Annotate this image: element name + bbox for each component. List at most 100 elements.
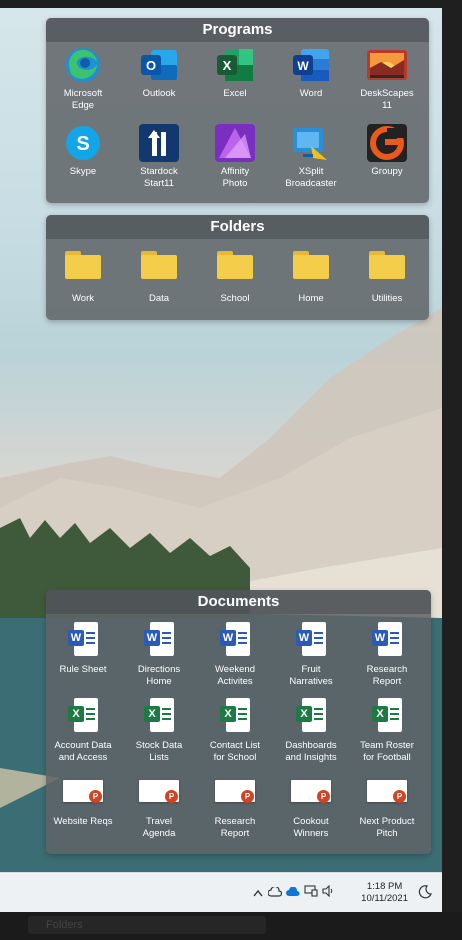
document-label: Directions Home	[137, 664, 181, 687]
onedrive-blue-icon[interactable]	[284, 884, 302, 902]
powerpoint-document-icon: P	[367, 774, 407, 812]
folder-label: Data	[148, 293, 170, 304]
document-account-data[interactable]: X Account Data and Access	[46, 698, 120, 764]
document-label: Team Roster for Football	[360, 740, 414, 763]
xsplit-icon	[291, 124, 331, 162]
folder-label: Work	[72, 293, 94, 304]
excel-document-icon: X	[63, 698, 103, 736]
app-xsplit-broadcaster[interactable]: XSplit Broadcaster	[274, 124, 348, 190]
documents-fence-title: Documents	[46, 590, 431, 614]
folder-icon	[63, 251, 103, 289]
document-label: Website Reqs	[53, 816, 113, 827]
moon-icon[interactable]	[418, 885, 432, 904]
documents-fence[interactable]: Documents W Rule Sheet W Directions Home…	[46, 590, 431, 854]
powerpoint-document-icon: P	[139, 774, 179, 812]
svg-text:W: W	[297, 59, 309, 73]
folder-icon	[367, 251, 407, 289]
powerpoint-document-icon: P	[291, 774, 331, 812]
document-contact-list[interactable]: X Contact List for School	[198, 698, 272, 764]
affinity-photo-icon	[215, 124, 255, 162]
groupy-icon	[367, 124, 407, 162]
document-label: Travel Agenda	[142, 816, 176, 839]
folder-school[interactable]: School	[198, 245, 272, 305]
app-label: Microsoft Edge	[63, 88, 103, 111]
document-next-product-pitch[interactable]: P Next Product Pitch	[350, 774, 424, 840]
start11-icon	[139, 124, 179, 162]
document-label: Account Data and Access	[54, 740, 112, 763]
folder-icon	[215, 251, 255, 289]
document-label: Contact List for School	[209, 740, 261, 763]
document-label: Research Report	[214, 816, 256, 839]
word-icon: W	[291, 46, 331, 84]
folder-icon	[291, 251, 331, 289]
app-label: Skype	[69, 166, 97, 177]
onedrive-icon[interactable]	[266, 884, 284, 902]
app-label: Groupy	[371, 166, 403, 177]
app-label: DeskScapes 11	[360, 88, 414, 111]
taskbar: 1:18 PM 10/11/2021	[0, 872, 442, 913]
excel-icon: X	[215, 46, 255, 84]
document-team-roster[interactable]: X Team Roster for Football	[350, 698, 424, 764]
folders-fence-title: Folders	[46, 215, 429, 239]
document-label: Research Report	[366, 664, 408, 687]
folders-fence[interactable]: Folders Work Data School Home Utilities	[46, 215, 429, 320]
document-rule-sheet[interactable]: W Rule Sheet	[46, 622, 120, 676]
folder-utilities[interactable]: Utilities	[350, 245, 424, 305]
app-affinity-photo[interactable]: Affinity Photo	[198, 124, 272, 190]
app-skype[interactable]: S Skype	[46, 124, 120, 178]
folder-work[interactable]: Work	[46, 245, 120, 305]
document-travel-agenda[interactable]: P Travel Agenda	[122, 774, 196, 840]
document-website-reqs[interactable]: P Website Reqs	[46, 774, 120, 828]
document-cookout-winners[interactable]: P Cookout Winners	[274, 774, 348, 840]
network-icon[interactable]	[302, 884, 320, 902]
document-label: Dashboards and Insights	[285, 740, 337, 763]
folder-label: School	[220, 293, 250, 304]
excel-document-icon: X	[367, 698, 407, 736]
background-window-area: Folders	[0, 912, 462, 940]
edge-icon	[63, 46, 103, 84]
desktop: Programs Microsoft Edge O Outlook X Exce…	[0, 8, 442, 872]
app-deskscapes[interactable]: DeskScapes 11	[350, 46, 424, 112]
svg-text:O: O	[146, 58, 156, 73]
app-excel[interactable]: X Excel	[198, 46, 272, 100]
document-stock-data-lists[interactable]: X Stock Data Lists	[122, 698, 196, 764]
document-dashboards[interactable]: X Dashboards and Insights	[274, 698, 348, 764]
programs-fence-title: Programs	[46, 18, 429, 42]
taskbar-clock[interactable]: 1:18 PM 10/11/2021	[361, 881, 408, 905]
outlook-icon: O	[139, 46, 179, 84]
app-microsoft-edge[interactable]: Microsoft Edge	[46, 46, 120, 112]
document-weekend-activites[interactable]: W Weekend Activites	[198, 622, 272, 688]
app-label: Stardock Start11	[140, 166, 178, 189]
document-research-report[interactable]: W Research Report	[350, 622, 424, 688]
folder-label: Utilities	[371, 293, 403, 304]
document-label: Fruit Narratives	[289, 664, 333, 687]
app-outlook[interactable]: O Outlook	[122, 46, 196, 100]
word-document-icon: W	[63, 622, 103, 660]
svg-text:X: X	[223, 58, 232, 73]
word-document-icon: W	[215, 622, 255, 660]
document-label: Cookout Winners	[293, 816, 329, 839]
volume-icon[interactable]	[320, 884, 338, 902]
deskscapes-icon	[367, 46, 407, 84]
excel-document-icon: X	[215, 698, 255, 736]
background-window-label: Folders	[46, 919, 83, 931]
programs-fence[interactable]: Programs Microsoft Edge O Outlook X Exce…	[46, 18, 429, 203]
background-window-tab: Folders	[28, 916, 266, 934]
clock-time: 1:18 PM	[366, 881, 403, 892]
document-research-report-ppt[interactable]: P Research Report	[198, 774, 272, 840]
chevron-up-icon[interactable]	[250, 884, 266, 902]
word-document-icon: W	[367, 622, 407, 660]
app-label: Excel	[223, 88, 247, 99]
folder-home[interactable]: Home	[274, 245, 348, 305]
app-word[interactable]: W Word	[274, 46, 348, 100]
folder-label: Home	[298, 293, 324, 304]
document-fruit-narratives[interactable]: W Fruit Narratives	[274, 622, 348, 688]
excel-document-icon: X	[139, 698, 179, 736]
folder-icon	[139, 251, 179, 289]
app-label: XSplit Broadcaster	[285, 166, 337, 189]
folder-data[interactable]: Data	[122, 245, 196, 305]
document-directions-home[interactable]: W Directions Home	[122, 622, 196, 688]
svg-text:S: S	[76, 133, 89, 155]
app-stardock-start11[interactable]: Stardock Start11	[122, 124, 196, 190]
app-groupy[interactable]: Groupy	[350, 124, 424, 178]
